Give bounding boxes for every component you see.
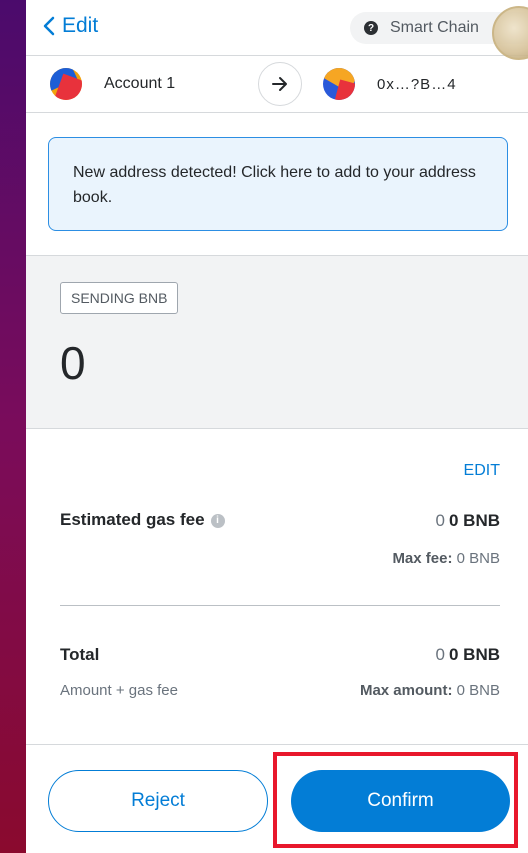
footer-divider (26, 744, 528, 745)
total-value: 0 BNB (448, 645, 500, 664)
reject-button[interactable]: Reject (48, 770, 268, 832)
max-fee-row: Max fee: 0 BNB (392, 550, 500, 567)
edit-gas-link[interactable]: EDIT (464, 462, 500, 480)
chevron-left-icon (43, 16, 55, 36)
edit-back-button[interactable]: Edit (42, 14, 98, 38)
network-label: Smart Chain (390, 19, 479, 36)
max-fee-label: Max fee: (392, 550, 453, 567)
account-flow-row: Account 1 0x…?B…4 (26, 56, 528, 113)
gas-fee-label-row: Estimated gas fee i (60, 510, 225, 530)
total-sub-label: Amount + gas fee (60, 682, 178, 699)
from-account[interactable]: Account 1 (50, 68, 175, 100)
to-account[interactable]: 0x…?B…4 (323, 68, 457, 100)
arrow-right-icon (258, 62, 302, 106)
gas-fee-label: Estimated gas fee (60, 510, 205, 529)
total-fiat: 0 (435, 645, 445, 664)
confirm-transaction-panel: Edit ? Smart Chain Account 1 0x…?B…4 New… (26, 0, 528, 853)
info-icon[interactable]: i (210, 514, 225, 528)
from-avatar (50, 68, 82, 100)
divider (60, 605, 500, 606)
max-amount-row: Max amount: 0 BNB (360, 682, 500, 699)
confirm-highlight-box (273, 752, 518, 848)
alert-message: New address detected! Click here to add … (73, 164, 476, 206)
question-icon: ? (364, 21, 378, 35)
new-address-alert[interactable]: New address detected! Click here to add … (48, 137, 508, 231)
edit-label: Edit (62, 14, 99, 37)
gas-fee-fiat: 0 (435, 511, 445, 530)
background-left-strip (0, 0, 26, 853)
max-fee-value: 0 BNB (456, 550, 500, 567)
total-label: Total (60, 645, 100, 664)
to-avatar (323, 68, 355, 100)
to-address: 0x…?B…4 (377, 75, 457, 93)
total-value-row: 00 BNB (436, 645, 500, 665)
header: Edit ? Smart Chain (26, 0, 528, 60)
max-amount-value: 0 BNB (456, 682, 500, 699)
sending-section: SENDING BNB 0 (26, 255, 528, 429)
gas-fee-value-row: 00 BNB (436, 511, 500, 531)
sending-tag: SENDING BNB (60, 282, 179, 314)
from-account-name: Account 1 (104, 75, 176, 92)
gas-fee-value: 0 BNB (448, 511, 500, 530)
sending-amount: 0 (60, 337, 86, 389)
max-amount-label: Max amount: (359, 682, 453, 699)
